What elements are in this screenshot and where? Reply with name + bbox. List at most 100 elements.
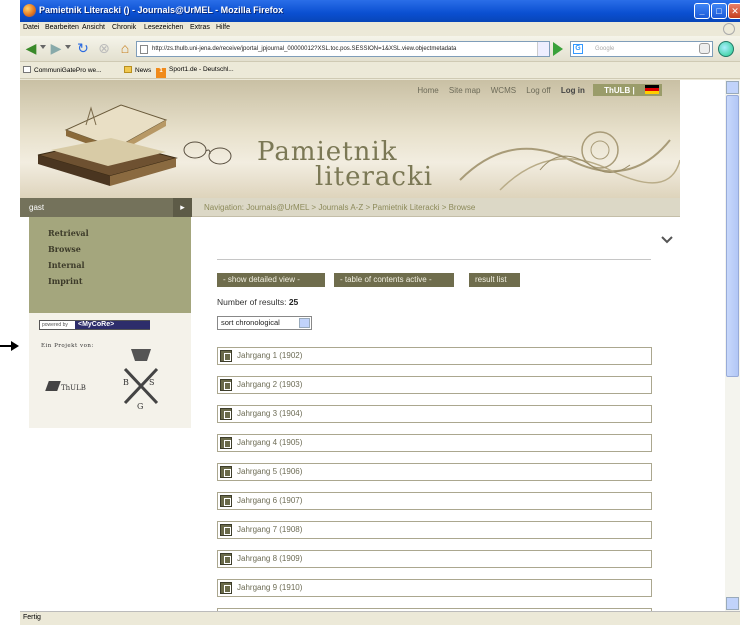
url-history-dropdown-icon[interactable] (537, 42, 549, 56)
back-history-dropdown-icon[interactable] (40, 45, 46, 49)
powered-by-panel: powered by <MyCoRe> Ein Projekt von: B S… (29, 313, 191, 428)
bookmark-communigate[interactable]: CommuniGatePro we... (23, 66, 102, 74)
google-icon[interactable]: G (573, 44, 583, 54)
german-flag-icon[interactable] (645, 85, 659, 94)
menu-datei[interactable]: Datei (23, 24, 39, 31)
volume-row[interactable]: Jahrgang 7 (1908) (217, 521, 652, 539)
volume-row[interactable]: Jahrgang 2 (1903) (217, 376, 652, 394)
scroll-down-icon[interactable] (726, 597, 739, 610)
project-label: Ein Projekt von: (41, 343, 94, 349)
volume-icon[interactable] (220, 524, 232, 536)
volume-icon[interactable] (220, 408, 232, 420)
result-list-button[interactable]: result list (469, 273, 520, 287)
reload-icon[interactable]: ↻ (74, 40, 92, 57)
mycore-badge[interactable]: powered by <MyCoRe> (39, 320, 150, 330)
volume-label[interactable]: Jahrgang 6 (1907) (237, 496, 302, 505)
close-button[interactable]: ✕ (728, 3, 740, 19)
forward-icon[interactable]: ▶ (48, 40, 64, 57)
page-icon (140, 45, 148, 54)
menu-internal-link[interactable]: Internal (48, 260, 85, 270)
forward-history-dropdown-icon[interactable] (65, 45, 71, 49)
volume-row[interactable]: Jahrgang 1 (1902) (217, 347, 652, 365)
title-bar: Pamietnik Literacki () - Journals@UrMEL … (20, 0, 740, 22)
volume-label[interactable]: Jahrgang 8 (1909) (237, 554, 302, 563)
thulb-logo[interactable]: ThULB (45, 381, 86, 392)
volume-label[interactable]: Jahrgang 9 (1910) (237, 583, 302, 592)
firefox-icon (23, 4, 36, 17)
header-banner: Home Site map WCMS Log off Log in ThULB … (20, 80, 680, 198)
sort-select[interactable]: sort chronological (217, 316, 312, 330)
navigation-toolbar: ◀ ▶ ↻ ⊗ ⌂ http://zs.thulb.uni-jena.de/re… (20, 36, 740, 62)
journal-title: Pamietnik literacki (257, 137, 434, 192)
search-input[interactable]: G Google (570, 41, 713, 57)
menu-hilfe[interactable]: Hilfe (216, 24, 230, 31)
menu-chronik[interactable]: Chronik (112, 24, 136, 31)
scroll-up-icon[interactable] (726, 81, 739, 94)
bookmark-sport1[interactable]: 1 Sport1.de - Deutschl... (156, 66, 234, 78)
nav-home-link[interactable]: Home (417, 86, 438, 95)
sport1-icon: 1 (156, 68, 166, 78)
menu-extras[interactable]: Extras (190, 24, 210, 31)
user-bar: gast ▸ (20, 198, 192, 217)
menu-retrieval-link[interactable]: Retrieval (48, 228, 89, 238)
user-menu-toggle-icon[interactable]: ▸ (173, 198, 192, 217)
menu-bearbeiten[interactable]: Bearbeiten (45, 24, 79, 31)
bookmark-news[interactable]: News (124, 66, 151, 74)
volume-label[interactable]: Jahrgang 2 (1903) (237, 380, 302, 389)
throbber-icon (723, 23, 735, 35)
show-detailed-view-button[interactable]: - show detailed view - (217, 273, 325, 287)
volume-label[interactable]: Jahrgang 1 (1902) (237, 351, 302, 360)
volume-row[interactable]: Jahrgang 9 (1910) (217, 579, 652, 597)
search-icon[interactable] (699, 43, 710, 54)
volume-row[interactable]: Jahrgang 4 (1905) (217, 434, 652, 452)
divider (217, 259, 651, 260)
stop-icon[interactable]: ⊗ (96, 40, 112, 57)
page-icon (23, 66, 31, 73)
go-icon[interactable] (553, 42, 563, 56)
volume-icon[interactable] (220, 553, 232, 565)
volume-label[interactable]: Jahrgang 4 (1905) (237, 438, 302, 447)
volume-icon[interactable] (220, 582, 232, 594)
minimize-button[interactable]: _ (694, 3, 710, 19)
menu-ansicht[interactable]: Ansicht (82, 24, 105, 31)
results-count: Number of results: 25 (217, 297, 299, 307)
menu-lesezeichen[interactable]: Lesezeichen (144, 24, 183, 31)
volume-icon[interactable] (220, 495, 232, 507)
volume-icon[interactable] (220, 437, 232, 449)
volume-row[interactable]: Jahrgang 8 (1909) (217, 550, 652, 568)
breadcrumb[interactable]: Navigation: Journals@UrMEL > Journals A-… (192, 198, 680, 217)
select-dropdown-icon[interactable] (299, 318, 310, 328)
ornament-illustration (459, 131, 680, 191)
volume-icon[interactable] (220, 350, 232, 362)
volume-row[interactable]: Jahrgang 5 (1906) (217, 463, 652, 481)
top-navigation: Home Site map WCMS Log off Log in ThULB … (409, 84, 662, 96)
username: gast (29, 203, 45, 212)
browser-window: Pamietnik Literacki () - Journals@UrMEL … (20, 0, 740, 625)
menu-imprint-link[interactable]: Imprint (48, 276, 83, 286)
volume-icon[interactable] (220, 466, 232, 478)
scrollbar-thumb[interactable] (726, 95, 739, 377)
table-of-contents-button[interactable]: - table of contents active - (334, 273, 454, 287)
volume-label[interactable]: Jahrgang 3 (1904) (237, 409, 302, 418)
volume-icon[interactable] (220, 379, 232, 391)
volume-label[interactable]: Jahrgang 7 (1908) (237, 525, 302, 534)
volume-row[interactable]: Jahrgang 3 (1904) (217, 405, 652, 423)
window-title: Pamietnik Literacki () - Journals@UrMEL … (39, 5, 284, 15)
thulb-link[interactable]: ThULB | (593, 84, 662, 96)
back-icon[interactable]: ◀ (22, 40, 40, 57)
nav-logoff-link[interactable]: Log off (526, 86, 550, 95)
nav-sitemap-link[interactable]: Site map (449, 86, 481, 95)
url-input[interactable]: http://zs.thulb.uni-jena.de/receive/jpor… (136, 41, 550, 57)
home-icon[interactable]: ⌂ (116, 40, 134, 57)
volume-label[interactable]: Jahrgang 5 (1906) (237, 467, 302, 476)
menu-browse-link[interactable]: Browse (48, 244, 81, 254)
nav-login-link[interactable]: Log in (561, 86, 585, 95)
chevron-down-icon[interactable] (660, 235, 674, 245)
volume-row[interactable]: Jahrgang 6 (1907) (217, 492, 652, 510)
maximize-button[interactable]: □ (711, 3, 727, 19)
svg-text:B: B (123, 378, 129, 387)
nav-wcms-link[interactable]: WCMS (491, 86, 516, 95)
university-crest-icon: B S G (123, 349, 159, 411)
vertical-scrollbar[interactable] (725, 80, 740, 611)
addon-icon[interactable] (718, 41, 734, 57)
